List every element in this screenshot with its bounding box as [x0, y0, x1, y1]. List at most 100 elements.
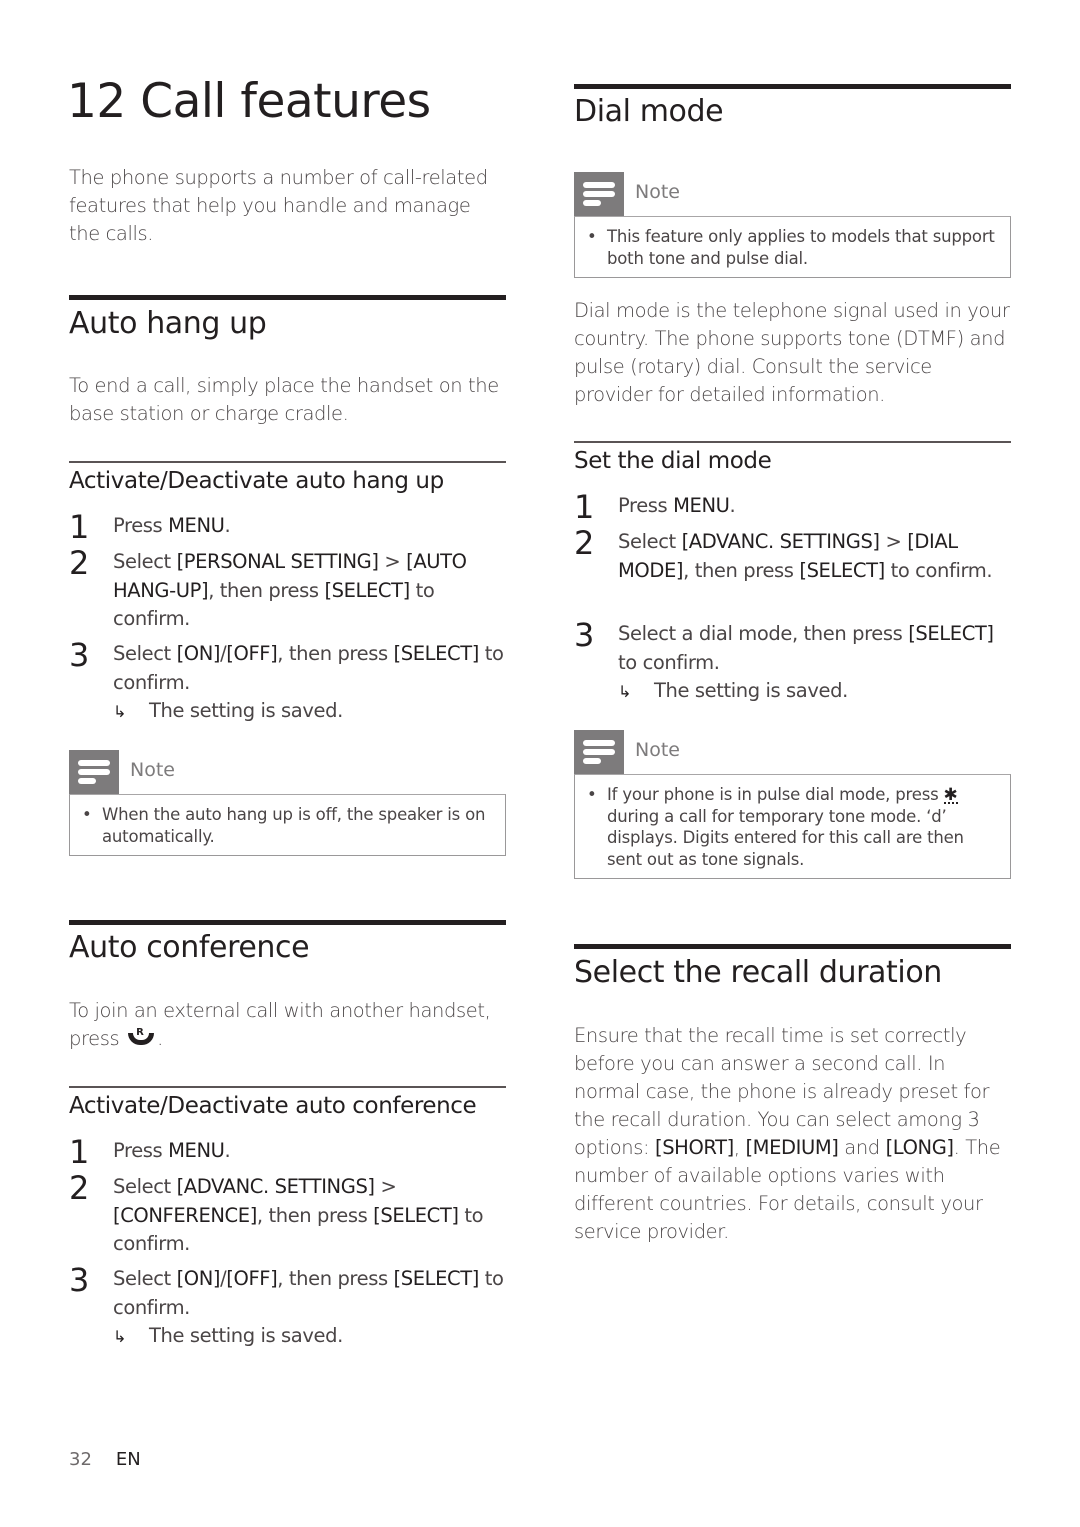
menu-option-label: [ON] [176, 1267, 221, 1290]
step-text: Press MENU. [113, 514, 231, 537]
section-divider [574, 84, 1011, 89]
step-text: Select [ADVANC. SETTINGS] > [CONFERENCE]… [113, 1175, 484, 1255]
step-number: 3 [69, 1261, 90, 1299]
step-item: 3 Select [ON]/[OFF], then press [SELECT]… [69, 636, 506, 726]
step-item: 1 Press MENU. [69, 508, 506, 546]
subsection-title-auto-conference: Activate/Deactivate auto conference [69, 1093, 477, 1119]
section-divider [69, 295, 506, 300]
step-result: ↳ The setting is saved. [113, 697, 506, 726]
step-item: 1 Press MENU. [574, 488, 1011, 526]
note-box: Note • When the auto hang up is off, the… [69, 750, 506, 856]
menu-option-label: [CONFERENCE] [113, 1203, 257, 1227]
menu-option-label: [SELECT] [373, 1203, 459, 1227]
subsection-divider [574, 441, 1011, 443]
menu-option-label: MENU [168, 514, 225, 537]
step-number: 1 [574, 488, 595, 526]
note-content: • If your phone is in pulse dial mode, p… [574, 774, 1011, 879]
step-text: Select [ON]/[OFF], then press [SELECT] t… [113, 1267, 504, 1319]
subsection-title-set-dial-mode: Set the dial mode [574, 448, 772, 474]
menu-option-label: [SHORT] [655, 1136, 734, 1159]
step-text: Press MENU. [113, 1139, 231, 1162]
step-text: Select a dial mode, then press [SELECT] … [618, 622, 994, 674]
auto-conference-body: To join an external call with another ha… [69, 997, 506, 1053]
note-box: Note • This feature only applies to mode… [574, 172, 1011, 278]
note-header: Note [574, 730, 1011, 774]
menu-option-label: [ADVANC. SETTINGS] [681, 530, 880, 553]
step-number: 1 [69, 1133, 90, 1171]
result-arrow-icon: ↳ [113, 1327, 127, 1346]
step-number: 3 [574, 616, 595, 654]
step-result: ↳ The setting is saved. [618, 677, 1011, 706]
menu-option-label: [SELECT] [393, 642, 480, 665]
subsection-title-auto-hang-up: Activate/Deactivate auto hang up [69, 468, 444, 494]
step-text: Select [ON]/[OFF], then press [SELECT] t… [113, 642, 504, 694]
step-item: 3 Select a dial mode, then press [SELECT… [574, 616, 1011, 706]
section-title-auto-conference: Auto conference [69, 930, 310, 965]
menu-option-label: [SELECT] [324, 578, 410, 602]
step-text: Select [PERSONAL SETTING] > [AUTO HANG-U… [113, 550, 467, 630]
step-number: 2 [69, 544, 90, 582]
note-icon [574, 172, 624, 216]
recall-icon: R [125, 1025, 157, 1049]
result-text: The setting is saved. [149, 699, 343, 722]
dial-mode-body: Dial mode is the telephone signal used i… [574, 299, 1010, 406]
section-divider [69, 920, 506, 925]
page-footer: 32 EN [69, 1449, 141, 1470]
chapter-intro: The phone supports a number of call-rela… [69, 166, 488, 245]
menu-option-label: MENU [168, 1139, 225, 1162]
body-text-end: . [157, 1027, 163, 1050]
menu-option-label: [SELECT] [393, 1267, 480, 1290]
note-content: • When the auto hang up is off, the spea… [69, 794, 506, 856]
step-text: Select [ADVANC. SETTINGS] > [DIAL MODE],… [618, 530, 993, 582]
subsection-divider [69, 461, 506, 463]
result-arrow-icon: ↳ [618, 682, 632, 701]
step-result: ↳ The setting is saved. [113, 1322, 506, 1351]
note-icon [574, 730, 624, 774]
note-icon [69, 750, 119, 794]
step-item: 1 Press MENU. [69, 1133, 506, 1171]
language-code: EN [115, 1449, 141, 1470]
menu-option-label: [ON] [176, 642, 221, 665]
result-arrow-icon: ↳ [113, 702, 127, 721]
recall-duration-body: Ensure that the recall time is set corre… [574, 1024, 1001, 1243]
section-divider [574, 944, 1011, 949]
result-text: The setting is saved. [149, 1324, 343, 1347]
note-label: Note [635, 739, 680, 761]
note-item: • If your phone is in pulse dial mode, p… [586, 784, 998, 870]
note-item-text: When the auto hang up is off, the speake… [102, 805, 486, 846]
section-title-auto-hang-up: Auto hang up [69, 306, 267, 341]
bullet-icon: • [587, 785, 597, 804]
chapter-title: 12 Call features [67, 74, 431, 129]
auto-hang-up-body: To end a call, simply place the handset … [69, 374, 499, 425]
step-number: 1 [69, 508, 90, 546]
menu-option-label: [OFF] [226, 1267, 278, 1290]
step-item: 2 Select [ADVANC. SETTINGS] > [CONFERENC… [69, 1169, 506, 1259]
menu-option-label: [OFF] [226, 642, 278, 665]
note-item: • This feature only applies to models th… [586, 226, 998, 269]
note-label: Note [130, 759, 175, 781]
menu-option-label: [SELECT] [908, 622, 994, 645]
note-item-text-continued: during a call for temporary tone mode. ‘… [607, 806, 964, 869]
step-number: 3 [69, 636, 90, 674]
section-title-recall-duration: Select the recall duration [574, 955, 942, 990]
menu-option-label: [PERSONAL SETTING] [176, 550, 379, 573]
section-title-dial-mode: Dial mode [574, 94, 724, 129]
page-number: 32 [69, 1449, 92, 1470]
note-item-text: If your phone is in pulse dial mode, pre… [607, 785, 939, 804]
step-number: 2 [574, 524, 595, 562]
bullet-icon: • [82, 805, 92, 824]
step-item: 2 Select [PERSONAL SETTING] > [AUTO HANG… [69, 544, 506, 634]
note-header: Note [69, 750, 506, 794]
menu-option-label: [LONG] [885, 1136, 954, 1159]
star-key-icon: ✱ [943, 785, 958, 805]
menu-option-label: MENU [673, 494, 730, 517]
subsection-divider [69, 1086, 506, 1088]
note-content: • This feature only applies to models th… [574, 216, 1011, 278]
menu-option-label: [SELECT] [799, 558, 885, 582]
step-number: 2 [69, 1169, 90, 1207]
note-box: Note • If your phone is in pulse dial mo… [574, 730, 1011, 879]
menu-option-label: [ADVANC. SETTINGS] [176, 1175, 375, 1198]
menu-option-label: [MEDIUM] [745, 1136, 839, 1159]
note-item: • When the auto hang up is off, the spea… [81, 804, 493, 847]
step-text: Press MENU. [618, 494, 736, 517]
